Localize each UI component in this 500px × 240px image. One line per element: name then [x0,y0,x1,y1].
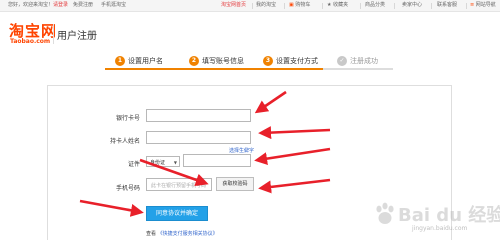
bank-card-label: 银行卡号 [115,115,140,122]
page-title: 用户注册 [57,31,97,42]
view-prefix: 查看 [146,231,157,237]
header-divider [53,24,54,44]
step-remaining-line [323,68,393,70]
step-number: 1 [115,56,125,66]
nav-divider [322,3,323,9]
agree-confirm-button[interactable]: 同意协议并确定 [146,206,208,221]
phone-label: 手机号码 [115,185,140,192]
nav-divider [394,3,395,9]
nav-divider [252,3,253,9]
uncommon-char-link[interactable]: 选择生僻字 [229,147,254,154]
step-number: ✓ [337,56,347,66]
nav-divider [466,3,467,9]
baidu-jingyan-watermark: Bai du 经验 jingyan.baidu.com [372,198,500,238]
watermark-brand: Bai du 经验 [398,205,500,226]
taobao-logo-domain: Taobao.com [10,38,51,45]
phone-placeholder: 此卡在银行预留手机号码 [151,183,207,189]
id-number-input[interactable] [183,154,251,167]
step-label: 注册成功 [350,57,378,65]
id-type-value: 身份证 [150,160,166,166]
cart-icon: ▣ [289,2,294,8]
id-label: 证件 [127,161,140,168]
support-link[interactable]: 联系客服 [437,2,457,9]
register-link[interactable]: 免费注册 [73,2,93,9]
favorites-link[interactable]: ★ 收藏夹 [327,2,348,9]
step-label: 设置支付方式 [276,57,318,65]
cart-link[interactable]: ▣ 购物车 [289,2,310,9]
top-nav-bar: 您好，欢迎来淘宝！ 请登录 免费注册 手机逛淘宝 淘宝网首页 我的淘宝 ▣ 购物… [0,0,500,12]
bank-card-input[interactable] [146,109,251,122]
paw-icon [376,202,394,224]
menu-icon: ≡ [470,2,475,8]
holder-name-label: 持卡人姓名 [109,138,140,145]
seller-center-link[interactable]: 卖家中心 [402,2,422,9]
step-progress-line [105,68,323,70]
step-label: 填写账号信息 [202,57,244,65]
site-nav-link[interactable]: ≡ 网站导航 [470,2,496,9]
chevron-down-icon: ▼ [173,160,177,165]
login-link[interactable]: 请登录 [53,2,68,9]
mobile-taobao-link[interactable]: 手机逛淘宝 [101,2,126,9]
step-number: 2 [189,56,199,66]
categories-link[interactable]: 商品分类 [365,2,385,9]
agreement-link[interactable]: 《快捷支付服务相关协议》 [158,231,218,237]
id-type-select[interactable]: 身份证 ▼ [146,156,180,167]
get-code-button[interactable]: 获取校验码 [216,177,254,191]
greeting-text: 您好，欢迎来淘宝！ [8,2,54,8]
nav-divider [360,3,361,9]
registration-steps: 1 设置用户名 2 填写账号信息 3 设置支付方式 ✓ 注册成功 [105,52,393,70]
step-number: 3 [263,56,273,66]
agreement-line: 查看 《快捷支付服务相关协议》 [146,230,218,237]
nav-divider [284,3,285,9]
watermark-url: jingyan.baidu.com [412,225,468,232]
star-icon: ★ [327,2,332,8]
taobao-home-link[interactable]: 淘宝网首页 [221,2,246,9]
step-label: 设置用户名 [128,57,163,65]
my-taobao-link[interactable]: 我的淘宝 [256,2,276,9]
nav-divider [431,3,432,9]
phone-input[interactable]: 此卡在银行预留手机号码 [146,178,212,191]
holder-name-input[interactable] [146,131,251,144]
